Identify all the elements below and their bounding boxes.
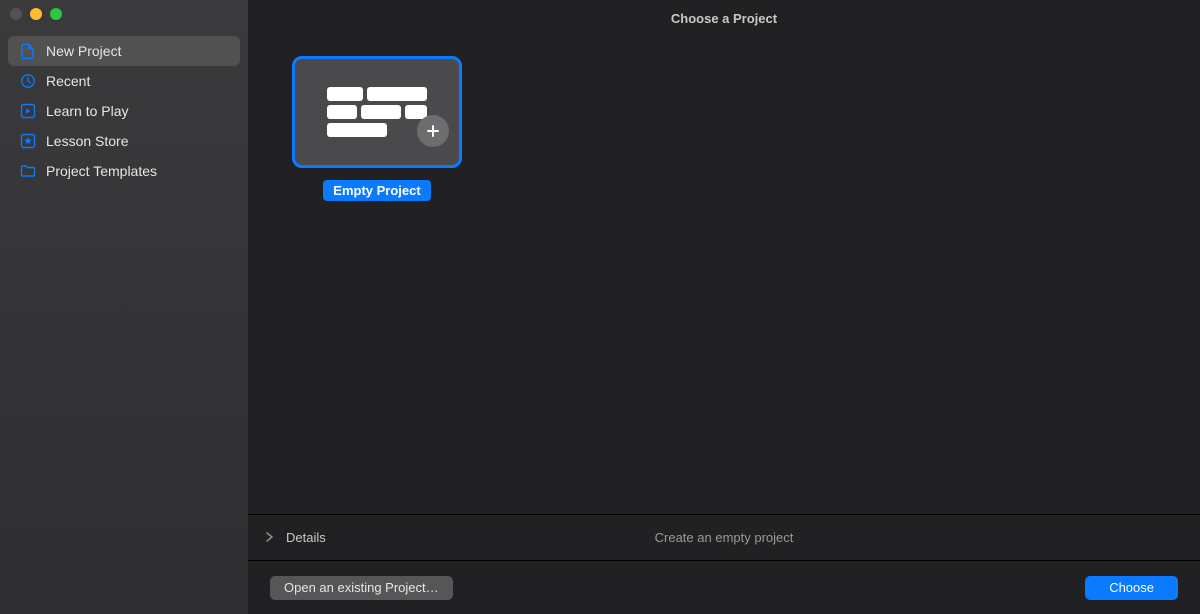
minimize-window-button[interactable] [30, 8, 42, 20]
sidebar: New Project Recent Learn to Play [0, 0, 248, 614]
sidebar-item-label: Recent [46, 73, 90, 89]
sidebar-item-learn-to-play[interactable]: Learn to Play [8, 96, 240, 126]
template-empty-project[interactable]: Empty Project [292, 56, 462, 201]
sidebar-list: New Project Recent Learn to Play [0, 28, 248, 194]
maximize-window-button[interactable] [50, 8, 62, 20]
sidebar-item-label: New Project [46, 43, 121, 59]
open-existing-project-button[interactable]: Open an existing Project… [270, 576, 453, 600]
sidebar-item-label: Project Templates [46, 163, 157, 179]
details-description: Create an empty project [655, 530, 794, 545]
titlebar [0, 0, 248, 28]
template-thumbnail [292, 56, 462, 168]
clock-icon [20, 73, 36, 89]
sidebar-item-label: Learn to Play [46, 103, 129, 119]
main-panel: Choose a Project Empty Project [248, 0, 1200, 614]
close-window-button[interactable] [10, 8, 22, 20]
sidebar-item-lesson-store[interactable]: Lesson Store [8, 126, 240, 156]
file-icon [20, 43, 36, 59]
sidebar-item-label: Lesson Store [46, 133, 129, 149]
sidebar-item-project-templates[interactable]: Project Templates [8, 156, 240, 186]
template-label: Empty Project [323, 180, 430, 201]
details-title: Details [286, 530, 326, 545]
sidebar-item-new-project[interactable]: New Project [8, 36, 240, 66]
plus-icon [417, 115, 449, 147]
template-grid: Empty Project [248, 36, 1200, 514]
folder-icon [20, 163, 36, 179]
chevron-right-icon [266, 531, 274, 545]
page-title: Choose a Project [671, 11, 777, 26]
sidebar-item-recent[interactable]: Recent [8, 66, 240, 96]
empty-project-glyph [327, 87, 427, 137]
star-square-icon [20, 133, 36, 149]
footer: Open an existing Project… Choose [248, 560, 1200, 614]
main-header: Choose a Project [248, 0, 1200, 36]
details-bar[interactable]: Details Create an empty project [248, 514, 1200, 560]
play-square-icon [20, 103, 36, 119]
choose-button[interactable]: Choose [1085, 576, 1178, 600]
